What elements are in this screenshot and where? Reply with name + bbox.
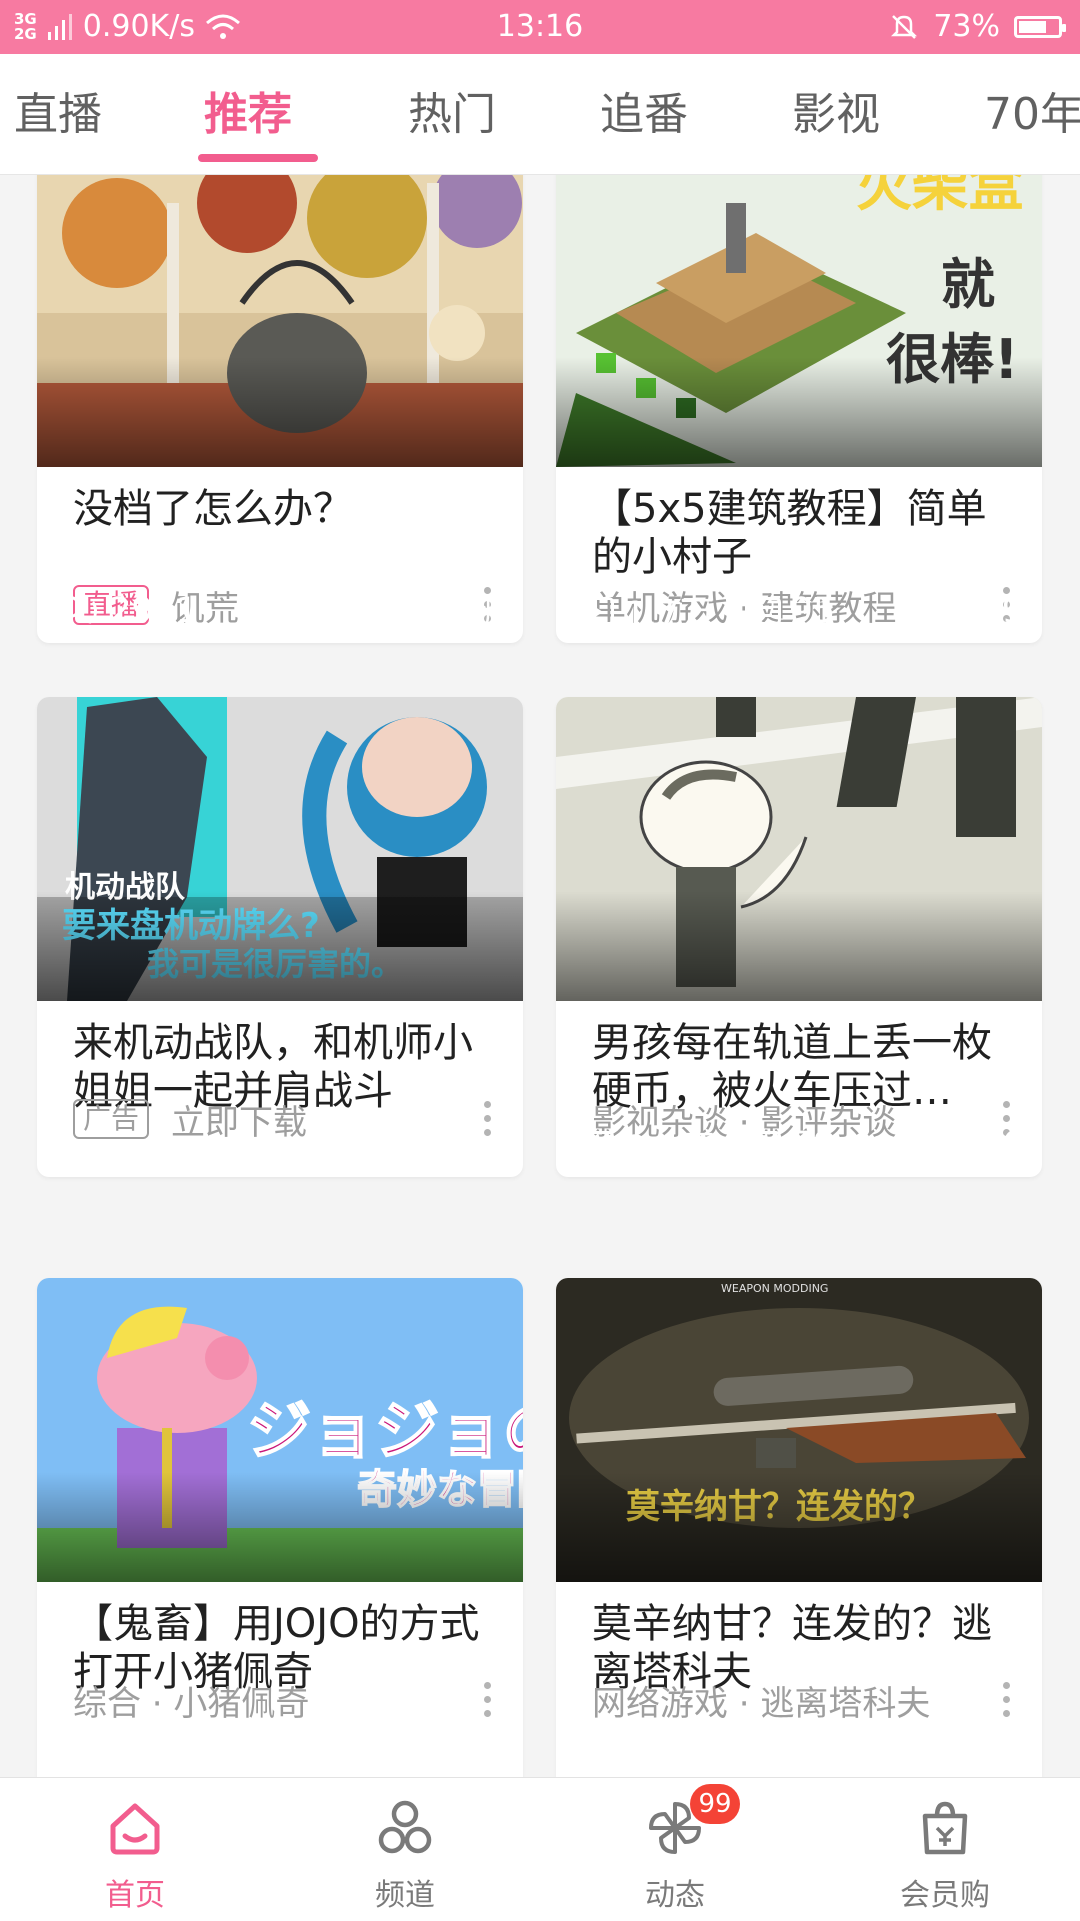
battery-percent: 73% [933, 9, 1000, 44]
duration: 3:44 [426, 1746, 505, 1777]
video-feed: 2921 凍心饥荒联机版 没档了怎么办？ 直播 饥荒 火柴盒 就 很棒! 1.7… [0, 175, 1080, 1777]
thumbnail-overlay: 1.7万 95 18:39 [578, 585, 1024, 637]
ad-badge: 广告 [73, 1099, 150, 1139]
nav-dynamic-label: 动态 [645, 1878, 705, 1913]
tab-popular[interactable]: 热门 [408, 78, 496, 142]
ad-card[interactable]: 机动战队 要来盘机动牌么? 我可是很厉害的。 来机动战队，和机师小姐姐一起并肩战… [37, 697, 523, 1177]
tab-70s[interactable]: 70年 [984, 78, 1080, 142]
more-options-icon[interactable] [1000, 1676, 1010, 1724]
thumbnail-caption: WEAPON MODDING [721, 1282, 828, 1295]
card-meta: 综合 · 小猪佩奇 [73, 1676, 503, 1724]
thumbnail: 机动战队 要来盘机动牌么? 我可是很厉害的。 [37, 697, 523, 1001]
video-card[interactable]: 8.4万 79 4:46 男孩每在轨道上丢一枚硬币，被火车压过… 影视杂谈 · … [556, 697, 1042, 1177]
thumbnail-overlay: 1.7万 167 3:44 [59, 1740, 505, 1777]
thumbnail [556, 697, 1042, 1001]
nav-vip-shop-label: 会员购 [900, 1878, 990, 1913]
status-bar: 3G 2G 0.90K/s 13:16 73% [0, 0, 1080, 54]
video-card[interactable]: ジョジョの 奇妙な冒険 1.7万 167 3:44 【鬼畜】用JOJO的方式打开… [37, 1278, 523, 1777]
thumbnail-caption: 火柴盒 [856, 175, 1025, 219]
viewer-count: 2921 [59, 591, 198, 631]
notification-badge: 99 [690, 1784, 740, 1824]
thumbnail-art: 机动战队 要来盘机动牌么? 我可是很厉害的。 [37, 697, 523, 1001]
danmaku-icon [744, 597, 781, 625]
duration: 4:42 [945, 1746, 1024, 1777]
category-label[interactable]: 网络游戏 · 逃离塔科夫 [592, 1676, 930, 1725]
tab-movies-tv[interactable]: 影视 [792, 78, 880, 142]
viewers-icon [59, 596, 99, 626]
more-options-icon[interactable] [481, 1095, 491, 1143]
thumbnail-caption: 就 [941, 253, 995, 316]
play-count: 1.7万 [578, 586, 715, 637]
thumbnail-caption: 奇妙な冒険 [357, 1467, 523, 1513]
video-card[interactable]: WEAPON MODDING 莫辛纳甘？连发的？ 5699 43 4:42 莫辛… [556, 1278, 1042, 1777]
home-icon [110, 1803, 160, 1855]
play-icon [578, 1752, 614, 1777]
play-count: 8.4万 [578, 1120, 715, 1171]
nav-home-label: 首页 [105, 1878, 165, 1913]
tab-recommended[interactable]: 推荐 [204, 78, 292, 142]
danmaku-count: 79 [744, 1125, 835, 1165]
thumbnail-art: 火柴盒 就 很棒! [556, 175, 1042, 467]
nav-dynamic[interactable]: 99 动态 [540, 1778, 810, 1921]
thumbnail-art: ジョジョの 奇妙な冒険 [37, 1278, 523, 1582]
play-count: 5699 [578, 1746, 713, 1777]
thumbnail-art [37, 175, 523, 467]
danmaku-icon [743, 1752, 780, 1777]
danmaku-count: 167 [225, 1746, 338, 1777]
thumbnail-caption: 很棒! [886, 328, 1019, 391]
bottom-navigation: 首页 频道 99 动态 会员购 [0, 1777, 1080, 1921]
danmaku-count: 43 [743, 1746, 834, 1777]
video-card[interactable]: 火柴盒 就 很棒! 1.7万 95 18:39 【5x5建筑教程】简单的小村子 … [556, 175, 1042, 643]
play-icon [578, 597, 614, 625]
danmaku-count: 95 [744, 591, 835, 631]
shopping-bag-icon [922, 1801, 968, 1855]
card-meta: 广告 立即下载 [73, 1095, 503, 1143]
thumbnail-caption: ジョジョの [247, 1395, 523, 1469]
thumbnail-overlay: 2921 凍心饥荒联机版 [59, 585, 505, 637]
tab-live[interactable]: 直播 [14, 78, 102, 142]
thumbnail: ジョジョの 奇妙な冒険 [37, 1278, 523, 1582]
tab-bangumi[interactable]: 追番 [600, 78, 688, 142]
stream-title: 凍心饥荒联机版 [259, 594, 505, 635]
play-count: 1.7万 [59, 1741, 196, 1777]
thumbnail: 火柴盒 就 很棒! [556, 175, 1042, 467]
thumbnail [37, 175, 523, 467]
category-label[interactable]: 综合 · 小猪佩奇 [73, 1676, 309, 1725]
thumbnail-overlay: 5699 43 4:42 [578, 1740, 1024, 1777]
mute-bell-icon [891, 14, 918, 39]
card-title: 【5x5建筑教程】简单的小村子 [592, 486, 987, 580]
download-link[interactable]: 立即下载 [171, 1095, 307, 1144]
live-card[interactable]: 2921 凍心饥荒联机版 没档了怎么办？ 直播 饥荒 [37, 175, 523, 643]
active-tab-indicator [198, 154, 318, 162]
play-icon [59, 1752, 95, 1777]
play-icon [578, 1131, 614, 1159]
card-title: 没档了怎么办？ [73, 486, 353, 532]
status-right: 73% [889, 9, 1066, 44]
danmaku-icon [225, 1752, 262, 1777]
thumbnail-caption: 机动战队 [65, 870, 186, 905]
duration: 4:46 [945, 1125, 1024, 1165]
thumbnail-caption: 我可是很厉害的。 [147, 945, 403, 983]
nav-vip-shop[interactable]: 会员购 [810, 1778, 1080, 1921]
thumbnail: WEAPON MODDING 莫辛纳甘？连发的？ [556, 1278, 1042, 1582]
thumbnail-caption: 要来盘机动牌么? [62, 906, 320, 946]
thumbnail-caption: 莫辛纳甘？连发的？ [626, 1487, 932, 1527]
thumbnail-art [556, 697, 1042, 1001]
duration: 18:39 [923, 591, 1024, 631]
thumbnail-overlay: 8.4万 79 4:46 [578, 1119, 1024, 1171]
battery-icon [1014, 15, 1066, 38]
more-options-icon[interactable] [481, 1676, 491, 1724]
nav-home[interactable]: 首页 [0, 1778, 270, 1921]
card-meta: 网络游戏 · 逃离塔科夫 [592, 1676, 1022, 1724]
nav-channels-label: 频道 [375, 1878, 435, 1913]
nav-channels[interactable]: 频道 [270, 1778, 540, 1921]
thumbnail-art: WEAPON MODDING 莫辛纳甘？连发的？ [556, 1278, 1042, 1582]
channels-icon [378, 1800, 432, 1854]
category-tabs: 直播 推荐 热门 追番 影视 70年 [0, 54, 1080, 175]
danmaku-icon [744, 1131, 781, 1159]
